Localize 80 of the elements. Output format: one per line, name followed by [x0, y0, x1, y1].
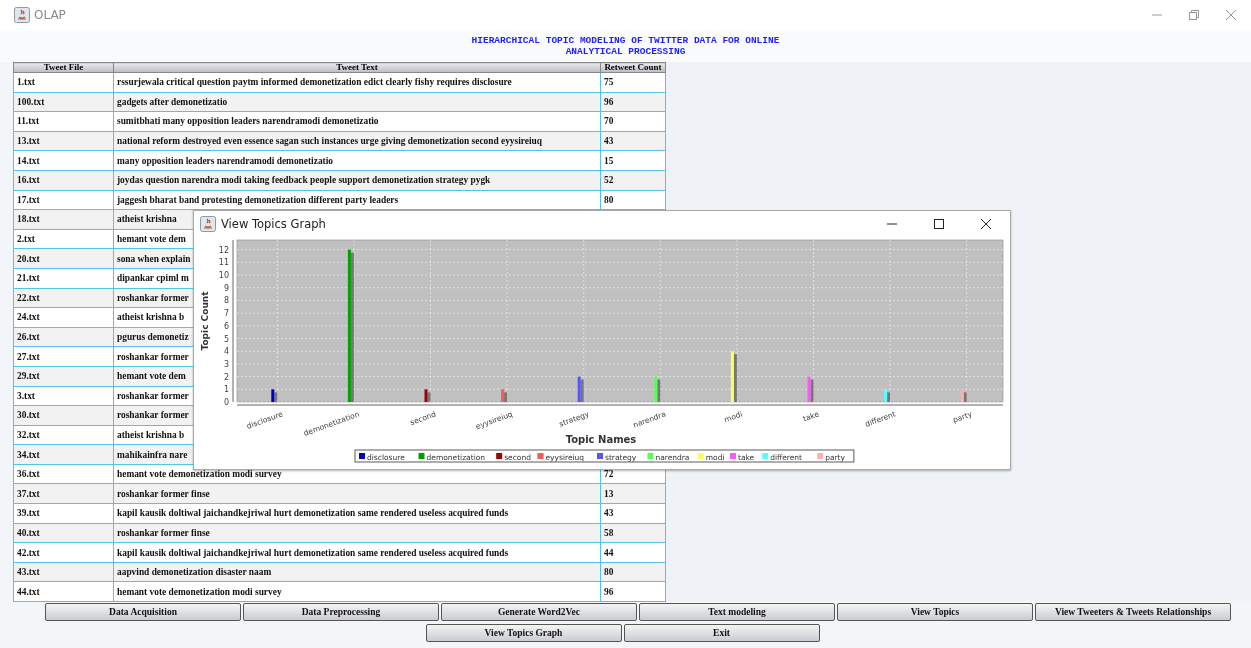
- action-button[interactable]: Exit: [623, 624, 820, 642]
- table-cell: 100.txt: [13, 92, 114, 112]
- axis-tick-label: 8: [223, 296, 229, 306]
- bar: [424, 389, 431, 402]
- bar: [960, 389, 967, 402]
- table-cell: hemant vote demonetization modi survey: [113, 581, 601, 602]
- column-header[interactable]: Retweet Count: [600, 62, 666, 73]
- axis-tick-label: 4: [223, 347, 229, 357]
- close-icon[interactable]: [980, 217, 992, 230]
- app-icon: [200, 215, 216, 232]
- axis-tick-label: 1: [223, 385, 229, 395]
- action-button[interactable]: Data Acquisition: [45, 603, 241, 621]
- table-cell: 44: [600, 542, 666, 563]
- table-cell: 42.txt: [13, 542, 114, 563]
- table-cell: 20.txt: [13, 248, 114, 269]
- axis-tick-label: 7: [223, 309, 229, 319]
- table-cell: 39.txt: [13, 503, 114, 524]
- axis-tick-label: 10: [218, 271, 229, 280]
- table-cell: 22.txt: [13, 288, 114, 308]
- table-cell: 21.txt: [13, 268, 114, 289]
- bar: [884, 389, 891, 402]
- axis-tick-label: 0: [223, 398, 229, 407]
- table-cell: 80: [600, 190, 666, 210]
- table-cell: jaggesh bharat band protesting demonetization different party leaders: [113, 190, 601, 210]
- table-cell: kapil kausik doltiwal jaichandkejriwal hurt demonetization same rendered useless acquired funds: [113, 503, 601, 524]
- table-cell: sumitbhati many opposition leaders narendramodi demonetizatio: [113, 111, 601, 132]
- table-cell: 40.txt: [13, 523, 114, 543]
- table-cell: 27.txt: [13, 346, 114, 367]
- axis-tick-label: 11: [218, 258, 229, 268]
- column-header[interactable]: Tweet Text: [113, 62, 601, 73]
- table-cell: 30.txt: [13, 405, 114, 426]
- app-heading: HIERARCHICAL TOPIC MODELING OF TWITTER DATA FOR ONLINE: [471, 35, 780, 46]
- table-cell: 16.txt: [13, 170, 114, 191]
- bar: [730, 351, 737, 402]
- table-cell: 1.txt: [13, 72, 114, 93]
- bar: [501, 389, 508, 402]
- table-cell: 43: [600, 503, 666, 524]
- table-cell: 36.txt: [13, 464, 114, 484]
- table-cell: 70: [600, 111, 666, 132]
- axis-tick-label: 5: [223, 334, 229, 344]
- action-button[interactable]: Text modeling: [639, 603, 835, 621]
- action-button[interactable]: View Topics Graph: [425, 624, 622, 642]
- table-cell: 44.txt: [13, 581, 114, 602]
- table-cell: rssurjewala critical question paytm informed demonetization edict clearly fishy requires disclosure: [113, 72, 601, 93]
- table-cell: 34.txt: [13, 444, 114, 465]
- table-cell: 18.txt: [13, 209, 114, 230]
- table-cell: 37.txt: [13, 483, 114, 504]
- bar: [807, 376, 814, 402]
- table-cell: 2.txt: [13, 229, 114, 249]
- table-cell: 14.txt: [13, 150, 114, 171]
- action-button[interactable]: Generate Word2Vec: [441, 603, 637, 621]
- table-cell: many opposition leaders narendramodi demonetizatio: [113, 150, 601, 171]
- table-cell: 13.txt: [13, 131, 114, 151]
- restore-icon[interactable]: [1188, 9, 1200, 21]
- window-title: OLAP: [34, 8, 66, 22]
- bar: [271, 389, 278, 402]
- column-header[interactable]: Tweet File: [13, 62, 114, 73]
- action-button[interactable]: View Topics: [837, 603, 1033, 621]
- table-cell: 17.txt: [13, 190, 114, 210]
- app-heading: ANALYTICAL PROCESSING: [565, 46, 686, 57]
- dialog-title: View Topics Graph: [221, 216, 326, 231]
- table-cell: 32.txt: [13, 425, 114, 445]
- axis-tick-label: 2: [223, 372, 229, 382]
- table-cell: 96: [600, 581, 666, 602]
- axis-tick-label: 3: [223, 359, 229, 369]
- app-icon: [14, 7, 30, 23]
- table-cell: 3.txt: [13, 386, 114, 406]
- table-cell: 15: [600, 150, 666, 171]
- table-cell: 29.txt: [13, 366, 114, 386]
- maximize-icon[interactable]: [933, 217, 945, 230]
- table-cell: 24.txt: [13, 307, 114, 328]
- table-cell: kapil kausik doltiwal jaichandkejriwal hurt demonetization same rendered useless acquired funds: [113, 542, 601, 563]
- table-cell: 75: [600, 72, 666, 93]
- bar: [654, 376, 661, 402]
- bar: [577, 376, 584, 402]
- table-cell: 43.txt: [13, 562, 114, 582]
- action-button[interactable]: Data Preprocessing: [243, 603, 439, 621]
- table-cell: 26.txt: [13, 327, 114, 347]
- table-cell: 11.txt: [13, 111, 114, 132]
- action-button[interactable]: View Tweeters & Tweets Relationships: [1035, 603, 1231, 621]
